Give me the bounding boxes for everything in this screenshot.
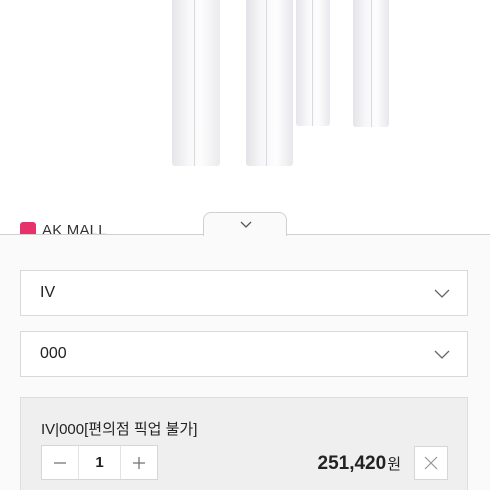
close-icon bbox=[424, 456, 438, 470]
sheet-toggle-button[interactable] bbox=[203, 212, 287, 236]
pants-leg-image bbox=[246, 0, 293, 166]
increase-quantity-button[interactable] bbox=[121, 446, 157, 479]
pants-leg-image bbox=[296, 0, 330, 126]
option-select-2[interactable]: 000 bbox=[20, 331, 468, 377]
product-image bbox=[0, 0, 490, 222]
price-currency: 원 bbox=[387, 456, 401, 473]
option-select-value: IV bbox=[40, 284, 56, 301]
pants-leg-image bbox=[172, 0, 220, 166]
selected-item-card: IV|000[편의점 픽업 불가] 1 251,420 원 bbox=[20, 397, 468, 490]
option-select-1[interactable]: IV bbox=[20, 270, 468, 316]
item-price: 251,420 원 bbox=[318, 453, 402, 475]
remove-item-button[interactable] bbox=[414, 446, 448, 480]
minus-icon bbox=[54, 461, 66, 464]
quantity-value[interactable]: 1 bbox=[78, 446, 121, 479]
option-select-value: 000 bbox=[40, 345, 67, 362]
chevron-down-icon bbox=[240, 221, 252, 228]
plus-icon bbox=[133, 456, 145, 469]
quantity-stepper: 1 bbox=[41, 445, 158, 480]
decrease-quantity-button[interactable] bbox=[42, 446, 78, 479]
chevron-down-icon bbox=[434, 350, 450, 359]
chevron-down-icon bbox=[434, 289, 450, 298]
pants-leg-image bbox=[353, 0, 389, 127]
selected-item-title: IV|000[편의점 픽업 불가] bbox=[41, 421, 198, 438]
price-value: 251,420 bbox=[317, 453, 387, 474]
